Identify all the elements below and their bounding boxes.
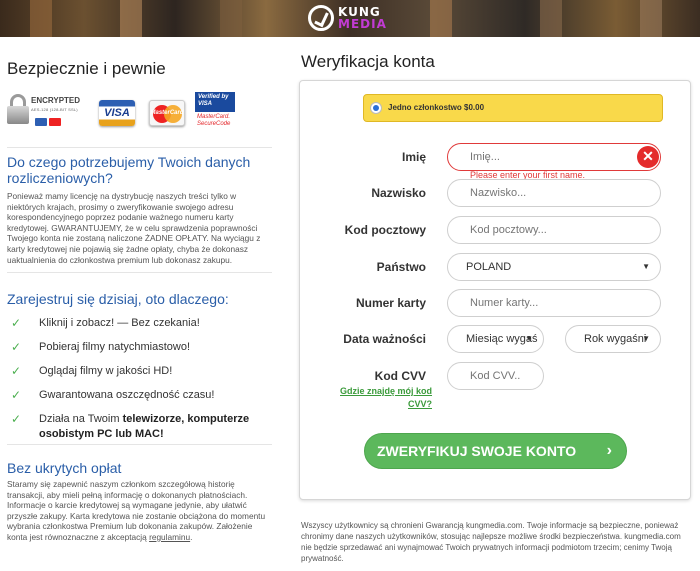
expiry-month-select[interactable]: Miesiąc wygaś ▼ [447, 325, 544, 353]
site-logo[interactable]: KUNG MEDIA [308, 3, 400, 33]
first-name-label: Imię [401, 150, 426, 164]
visa-card-icon: VISA [99, 100, 135, 126]
benefit-item: ✓ Oglądaj filmy w jakości HD! [11, 364, 173, 378]
benefit-item: ✓ Pobieraj filmy natychmiastowo! [11, 340, 191, 354]
cvv-help-link[interactable]: Gdzie znajdę mój kod CVV? [340, 385, 432, 411]
mini-mastercard-icon [49, 118, 61, 126]
card-number-label: Numer karty [355, 296, 426, 310]
first-name-input[interactable] [447, 143, 661, 171]
why-heading: Do czego potrzebujemy Twoich danych rozl… [7, 154, 251, 186]
chevron-right-icon: › [606, 442, 612, 459]
banner-decoration [220, 0, 242, 37]
security-title: Bezpiecznie i pewnie [7, 59, 166, 78]
form-title: Weryfikacja konta [301, 52, 435, 71]
check-icon: ✓ [11, 412, 22, 426]
benefit-item: ✓ Działa na Twoim telewizorze, komputerze… [11, 412, 250, 440]
why-text: Ponieważ mamy licencję na dystrybucję na… [7, 191, 261, 265]
benefits-list: ✓ Kliknij i zobacz! — Bez czekania! ✓ Pobi… [11, 316, 273, 451]
mini-card-icons [35, 118, 61, 126]
caret-down-icon: ▼ [642, 334, 650, 343]
fees-heading: Bez ukrytych opłat [7, 460, 122, 476]
banner-decoration [120, 0, 142, 37]
privacy-footer-note: Wszyscy użytkownicy są chronieni Gwaranc… [301, 521, 681, 563]
register-heading: Zarejestruj się dzisiaj, oto dlaczego: [7, 291, 229, 307]
header-banner: KUNG MEDIA [0, 0, 700, 37]
banner-decoration [430, 0, 452, 37]
security-badges: ENCRYPTED AES-128 (128-BIT SSL) VISA Mas… [7, 92, 272, 142]
mastercard-icon: MasterCard [149, 100, 185, 126]
caret-down-icon: ▼ [525, 334, 533, 343]
caret-down-icon: ▼ [642, 262, 650, 271]
banner-decoration [30, 0, 52, 37]
country-label: Państwo [376, 260, 426, 274]
encrypted-badge-sublabel: AES-128 (128-BIT SSL) [31, 107, 78, 112]
banner-decoration [640, 0, 662, 37]
expiry-year-select[interactable]: Rok wygaśni ▼ [565, 325, 661, 353]
left-info-panel: Bezpiecznie i pewnie ENCRYPTED AES-128 (… [0, 37, 278, 571]
error-x-icon: ✕ [637, 146, 659, 168]
last-name-input[interactable] [447, 179, 661, 207]
benefit-item: ✓ Kliknij i zobacz! — Bez czekania! [11, 316, 200, 330]
postal-code-label: Kod pocztowy [344, 223, 426, 237]
cvv-input[interactable] [447, 362, 544, 390]
benefit-item: ✓ Gwarantowana oszczędność czasu! [11, 388, 215, 402]
logo-text: KUNG MEDIA [338, 5, 387, 31]
plan-radio[interactable] [370, 102, 382, 114]
verify-account-button[interactable]: ZWERYFIKUJ SWOJE KONTO › [364, 433, 627, 469]
postal-code-input[interactable] [447, 216, 661, 244]
mini-visa-icon [35, 118, 47, 126]
check-icon: ✓ [11, 364, 22, 378]
lock-icon [7, 94, 29, 124]
check-icon: ✓ [11, 340, 22, 354]
last-name-label: Nazwisko [371, 186, 426, 200]
encrypted-badge-label: ENCRYPTED [31, 96, 81, 105]
verified-by-visa-badge: Verified by VISA MasterCard. SecureCode [195, 92, 235, 132]
check-icon: ✓ [11, 388, 22, 402]
membership-plan-option[interactable]: Jedno członkostwo $0.00 [363, 94, 663, 122]
divider [7, 444, 272, 445]
logo-icon [308, 5, 334, 31]
country-select[interactable]: POLAND ▼ [447, 253, 661, 281]
divider [7, 147, 272, 148]
check-icon: ✓ [11, 316, 22, 330]
fees-text: Staramy się zapewnić naszym członkom szc… [7, 479, 266, 542]
card-number-input[interactable] [447, 289, 661, 317]
divider [7, 272, 272, 273]
terms-link[interactable]: regulaminu [149, 532, 190, 542]
expiry-label: Data ważności [343, 332, 426, 346]
banner-decoration [540, 0, 562, 37]
verification-form: Jedno członkostwo $0.00 Imię ✕ Please en… [299, 80, 691, 500]
plan-label: Jedno członkostwo $0.00 [388, 103, 485, 112]
cvv-label: Kod CVV [374, 369, 426, 383]
